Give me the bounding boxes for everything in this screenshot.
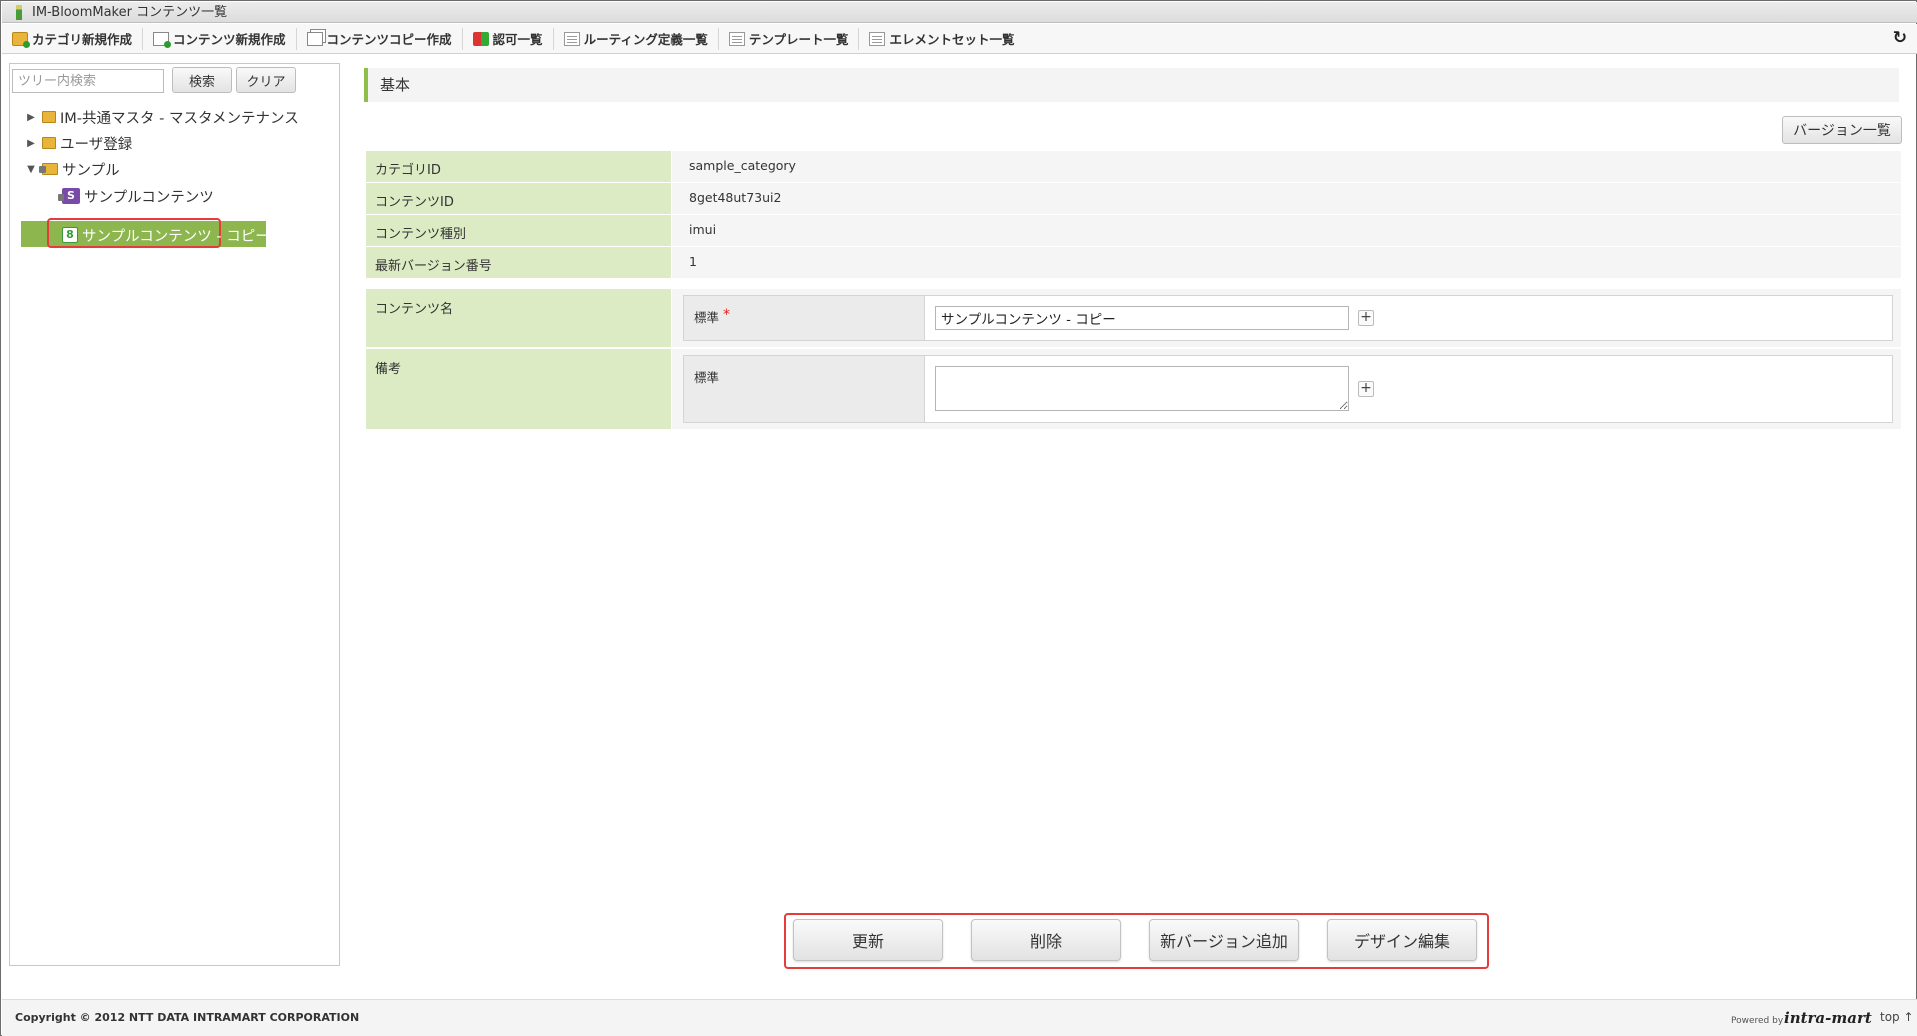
folder-icon	[42, 111, 56, 123]
toolbar: カテゴリ新規作成 コンテンツ新規作成 コンテンツコピー作成 認可一覧 ルーティン…	[2, 24, 1917, 54]
toolbar-create-category-label: カテゴリ新規作成	[32, 32, 133, 47]
tree-node-sample-content-copy[interactable]: 8 サンプルコンテンツ - コピー	[62, 222, 270, 248]
document-add-icon	[153, 31, 172, 48]
app-icon	[16, 5, 22, 20]
toolbar-create-content-label: コンテンツ新規作成	[173, 32, 286, 47]
tree-search-input[interactable]	[12, 69, 164, 93]
tree-node-label: ユーザ登録	[60, 136, 133, 153]
toolbar-elementset-list-label: エレメントセット一覧	[889, 32, 1015, 47]
tree-node-sample[interactable]: ▼ サンプル	[24, 156, 120, 182]
expand-caret-icon[interactable]: ▶	[24, 138, 38, 149]
collapse-caret-icon[interactable]: ▼	[24, 164, 38, 175]
tree-node-user-registration[interactable]: ▶ ユーザ登録	[24, 130, 132, 156]
delete-button[interactable]: 削除	[971, 919, 1121, 961]
toolbar-create-content[interactable]: コンテンツ新規作成	[153, 27, 297, 50]
tree-clear-button[interactable]: クリア	[236, 67, 296, 93]
update-button[interactable]: 更新	[793, 919, 943, 961]
remarks-block: 備考 標準 +	[366, 349, 1901, 429]
app-window: IM-BloomMaker コンテンツ一覧 カテゴリ新規作成 コンテンツ新規作成…	[0, 0, 1917, 1036]
remarks-textarea[interactable]	[935, 366, 1349, 411]
toolbar-authorization-list[interactable]: 認可一覧	[472, 27, 554, 50]
footer: Copyright © 2012 NTT DATA INTRAMART CORP…	[2, 999, 1917, 1036]
tree-search-button[interactable]: 検索	[172, 67, 232, 93]
info-row-content-type: コンテンツ種別 imui	[366, 215, 1901, 246]
tree-node-label: サンプルコンテンツ	[84, 189, 214, 206]
refresh-icon[interactable]: ↻	[1893, 28, 1907, 48]
locale-label: 標準 *	[684, 296, 925, 340]
toolbar-copy-content[interactable]: コンテンツコピー作成	[306, 27, 463, 50]
info-row-latest-version: 最新バージョン番号 1	[366, 247, 1901, 278]
content-name-block: コンテンツ名 標準 * +	[366, 289, 1901, 347]
content-name-label: コンテンツ名	[366, 289, 671, 347]
top-link[interactable]: top ↑	[1880, 1010, 1914, 1024]
info-row-category-id: カテゴリID sample_category	[366, 151, 1901, 182]
copyright-text: Copyright © 2012 NTT DATA INTRAMART CORP…	[15, 1011, 360, 1024]
add-locale-button[interactable]: +	[1358, 310, 1374, 326]
intra-mart-logo: intra-mart	[1784, 1009, 1872, 1027]
list-icon	[728, 31, 745, 46]
info-row-content-id: コンテンツID 8get48ut73ui2	[366, 183, 1901, 214]
remarks-label: 備考	[366, 349, 671, 429]
info-value: 1	[671, 247, 1901, 278]
tree-node-label: サンプル	[62, 162, 120, 179]
content-name-locale-row: 標準 * +	[683, 295, 1893, 341]
info-label: コンテンツID	[366, 183, 671, 214]
category-tree-panel: 検索 クリア ▶ IM-共通マスタ - マスタメンテナンス ▶ ユーザ登録 ▼ …	[9, 63, 340, 966]
add-version-button[interactable]: 新バージョン追加	[1149, 919, 1299, 961]
locale-label-text: 標準	[694, 370, 720, 385]
powered-by-text: Powered by	[1731, 1016, 1784, 1026]
info-value: sample_category	[671, 151, 1901, 182]
toolbar-copy-content-label: コンテンツコピー作成	[326, 32, 452, 47]
section-title: 基本	[364, 68, 1899, 102]
toolbar-create-category[interactable]: カテゴリ新規作成	[12, 27, 144, 50]
list-icon	[563, 31, 580, 46]
toolbar-routing-list[interactable]: ルーティング定義一覧	[563, 27, 719, 50]
authorization-icon	[472, 31, 489, 46]
info-value: imui	[671, 215, 1901, 246]
locale-label: 標準	[684, 356, 925, 422]
content-s-icon: S	[58, 188, 80, 204]
copy-icon	[306, 31, 323, 46]
folder-icon	[42, 137, 56, 149]
toolbar-template-list[interactable]: テンプレート一覧	[728, 27, 860, 50]
info-label: カテゴリID	[366, 151, 671, 182]
locale-label-text: 標準	[694, 310, 720, 325]
folder-add-icon	[12, 31, 30, 48]
tree-node-im-common-master[interactable]: ▶ IM-共通マスタ - マスタメンテナンス	[24, 104, 299, 130]
tree-node-label: サンプルコンテンツ - コピー	[82, 228, 270, 245]
content-8-icon: 8	[62, 227, 78, 243]
info-value: 8get48ut73ui2	[671, 183, 1901, 214]
required-mark: *	[723, 307, 730, 323]
add-locale-button[interactable]: +	[1358, 381, 1374, 397]
version-list-button[interactable]: バージョン一覧	[1782, 116, 1902, 144]
design-edit-button[interactable]: デザイン編集	[1327, 919, 1477, 961]
title-bar: IM-BloomMaker コンテンツ一覧	[2, 2, 1917, 23]
list-icon	[869, 31, 886, 46]
toolbar-elementset-list[interactable]: エレメントセット一覧	[869, 28, 1024, 50]
info-label: コンテンツ種別	[366, 215, 671, 246]
toolbar-routing-list-label: ルーティング定義一覧	[583, 32, 708, 47]
tree-node-label: IM-共通マスタ - マスタメンテナンス	[60, 110, 299, 127]
toolbar-template-list-label: テンプレート一覧	[748, 32, 849, 47]
info-label: 最新バージョン番号	[366, 247, 671, 278]
remarks-locale-row: 標準 +	[683, 355, 1893, 423]
content-name-input[interactable]	[935, 306, 1349, 330]
expand-caret-icon[interactable]: ▶	[24, 112, 38, 123]
toolbar-authorization-list-label: 認可一覧	[492, 32, 543, 47]
window-title: IM-BloomMaker コンテンツ一覧	[32, 5, 228, 20]
locked-folder-icon	[39, 163, 58, 175]
tree-node-sample-content[interactable]: S サンプルコンテンツ	[58, 183, 214, 209]
